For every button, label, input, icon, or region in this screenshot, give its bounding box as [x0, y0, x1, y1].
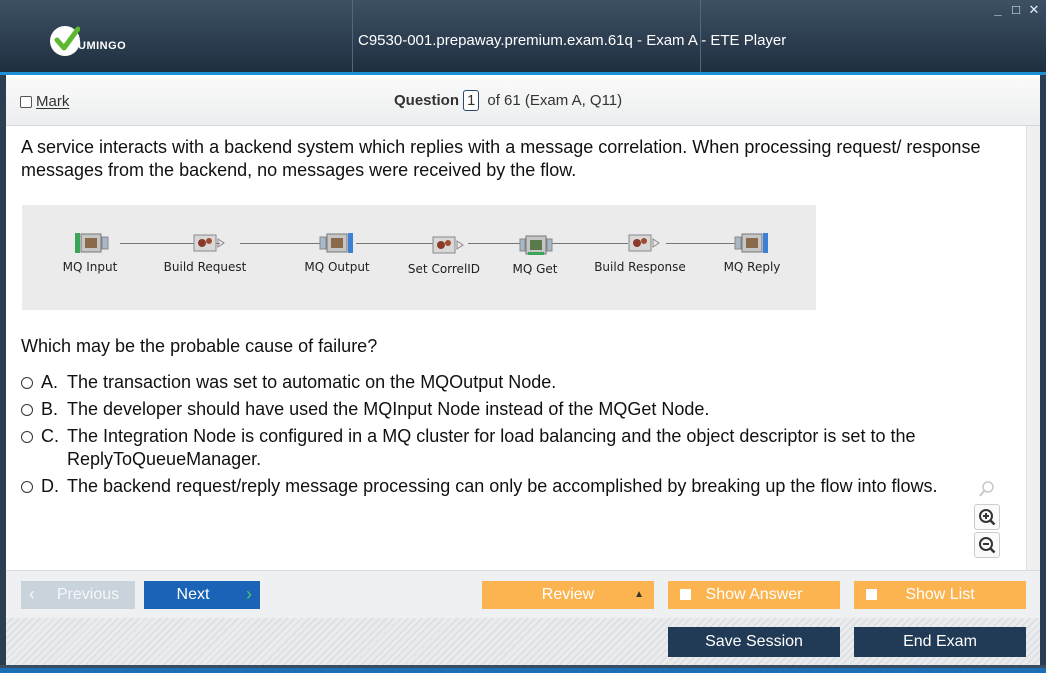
zoom-in-button[interactable]	[974, 504, 1000, 530]
save-session-label: Save Session	[705, 633, 803, 650]
show-answer-button[interactable]: Show Answer	[668, 581, 840, 609]
previous-label: Previous	[56, 586, 120, 603]
review-button[interactable]: Review ▲	[482, 581, 654, 609]
radio-button[interactable]	[21, 377, 33, 389]
title-divider	[352, 0, 353, 72]
flow-node-mq-output: MQ Output	[292, 231, 382, 274]
mq-reply-icon	[734, 233, 768, 253]
flow-node-set-correlid: Set CorrelID	[394, 233, 494, 276]
option-letter: C.	[41, 426, 59, 446]
show-answer-label: Show Answer	[705, 586, 803, 603]
window-controls: _ □ ✕	[992, 3, 1040, 17]
save-session-button[interactable]: Save Session	[668, 627, 840, 657]
minimize-button[interactable]: _	[992, 3, 1004, 17]
next-label: Next	[176, 586, 210, 603]
zoom-out-icon	[979, 537, 996, 554]
review-label: Review	[541, 586, 595, 603]
next-button[interactable]: Next ›	[144, 581, 260, 609]
checkbox-icon[interactable]	[866, 589, 877, 600]
zoom-out-button[interactable]	[974, 532, 1000, 558]
flow-node-mq-input: MQ Input	[50, 231, 130, 274]
radio-button[interactable]	[21, 481, 33, 493]
option-text: The Integration Node is configured in a …	[67, 426, 916, 469]
chevron-left-icon: ‹	[29, 584, 35, 604]
app-logo: UMINGO	[50, 26, 126, 56]
triangle-up-icon: ▲	[634, 589, 644, 600]
flow-node-mq-get: MQ Get	[500, 233, 570, 276]
end-exam-label: End Exam	[903, 633, 977, 650]
node-label: Set CorrelID	[407, 262, 481, 276]
node-label: MQ Get	[512, 262, 558, 276]
mq-output-icon	[319, 233, 353, 253]
show-list-label: Show List	[905, 586, 975, 603]
maximize-button[interactable]: □	[1010, 3, 1022, 17]
checkmark-icon	[50, 26, 80, 56]
zoom-reset-button[interactable]	[974, 476, 1000, 502]
option-a[interactable]: A. The transaction was set to automatic …	[21, 371, 1011, 394]
question-number-input[interactable]: 1	[463, 90, 480, 111]
flow-node-build-request: Build Request	[150, 231, 260, 274]
question-counter: Question 1 of 61 (Exam A, Q11)	[394, 90, 622, 111]
option-letter: D.	[41, 476, 59, 496]
question-stem: A service interacts with a backend syste…	[21, 137, 981, 180]
zoom-controls	[974, 476, 1002, 560]
zoom-in-icon	[979, 509, 996, 526]
content-scrollbar[interactable]	[1026, 126, 1040, 570]
mq-input-icon	[75, 233, 109, 253]
option-text: The developer should have used the MQInp…	[67, 399, 710, 419]
answer-options: A. The transaction was set to automatic …	[21, 371, 1011, 502]
flow-node-build-response: Build Response	[582, 231, 698, 274]
bottom-border	[0, 665, 1046, 673]
mq-get-icon	[519, 235, 553, 255]
radio-button[interactable]	[21, 431, 33, 443]
end-exam-button[interactable]: End Exam	[854, 627, 1026, 657]
session-bar: Save Session End Exam	[6, 618, 1040, 665]
node-label: MQ Input	[62, 260, 118, 274]
option-d[interactable]: D. The backend request/reply message pro…	[21, 475, 1011, 498]
logo-text: UMINGO	[78, 40, 127, 52]
navigation-bar: ‹ Previous Next › Review ▲ Show Answer S…	[6, 570, 1040, 618]
frame-right	[1040, 75, 1046, 665]
option-text: The transaction was set to automatic on …	[67, 372, 557, 392]
option-c[interactable]: C. The Integration Node is configured in…	[21, 425, 1011, 471]
mark-label: Mark	[36, 93, 70, 110]
option-letter: A.	[41, 372, 59, 392]
magnifier-icon	[979, 481, 994, 497]
node-label: MQ Output	[304, 260, 370, 274]
question-total: of 61 (Exam A, Q11)	[487, 92, 623, 109]
option-b[interactable]: B. The developer should have used the MQ…	[21, 398, 1011, 421]
radio-button[interactable]	[21, 404, 33, 416]
window-title: C9530-001.prepaway.premium.exam.61q - Ex…	[358, 32, 787, 49]
flow-node-mq-reply: MQ Reply	[712, 231, 792, 274]
compute-node-icon	[628, 234, 660, 252]
title-bar: UMINGO C9530-001.prepaway.premium.exam.6…	[0, 0, 1046, 75]
option-letter: B.	[41, 399, 59, 419]
previous-button[interactable]: ‹ Previous	[21, 581, 135, 609]
node-label: MQ Reply	[723, 260, 781, 274]
question-prompt: Which may be the probable cause of failu…	[21, 336, 378, 356]
chevron-right-icon: ›	[246, 584, 252, 604]
node-label: Build Request	[163, 260, 247, 274]
checkbox-icon[interactable]	[20, 95, 32, 108]
node-label: Build Response	[594, 260, 686, 274]
checkbox-icon[interactable]	[680, 589, 691, 600]
question-header: Mark Question 1 of 61 (Exam A, Q11)	[6, 78, 1040, 126]
question-label: Question	[394, 92, 460, 109]
show-list-button[interactable]: Show List	[854, 581, 1026, 609]
mark-checkbox[interactable]: Mark	[20, 93, 69, 110]
message-flow-exhibit: MQ Input Build Request MQ Output Set Cor…	[22, 205, 816, 310]
option-text: The backend request/reply message proces…	[67, 476, 938, 496]
compute-node-icon	[193, 234, 225, 252]
compute-node-icon	[432, 236, 464, 254]
question-content: A service interacts with a backend syste…	[6, 126, 1026, 570]
close-button[interactable]: ✕	[1028, 3, 1040, 17]
